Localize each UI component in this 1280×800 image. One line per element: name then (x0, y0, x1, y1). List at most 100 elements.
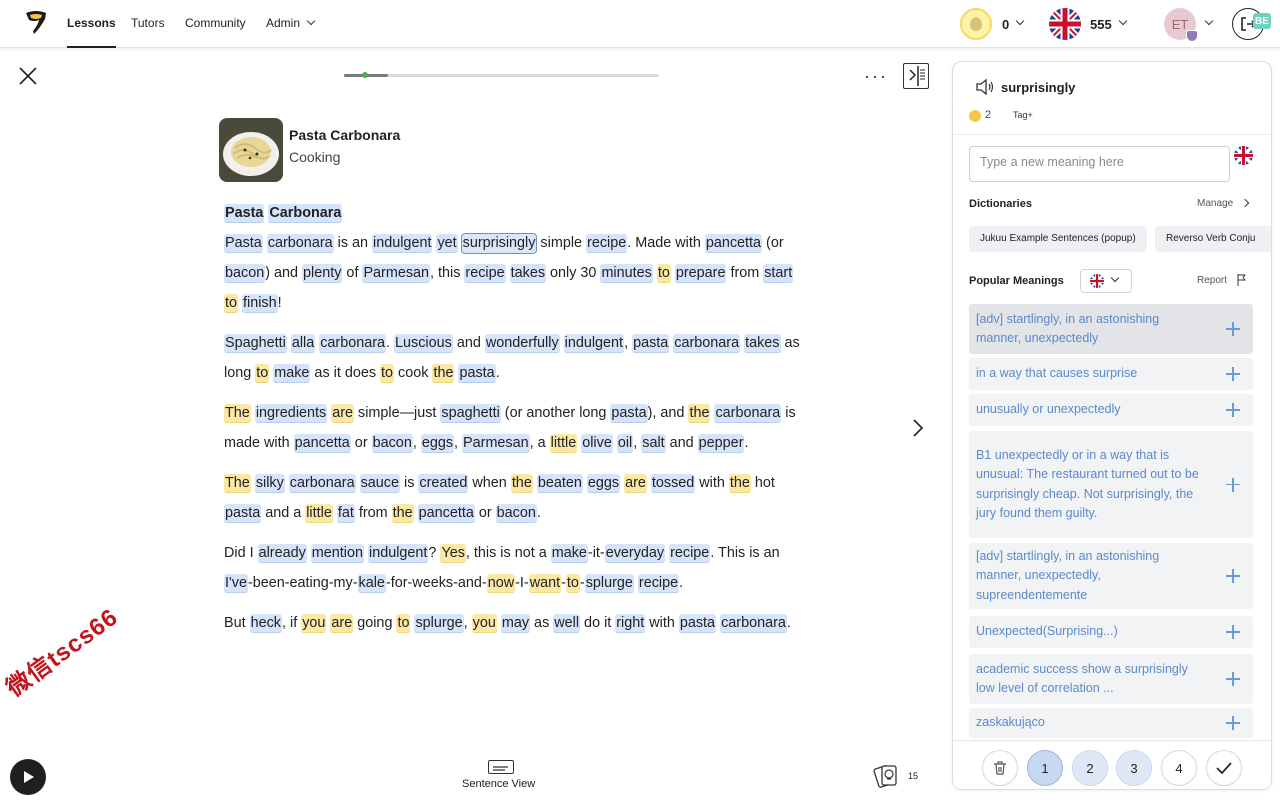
add-meaning-plus-icon[interactable] (1226, 569, 1240, 583)
lingq-word-token[interactable]: the (391, 504, 414, 523)
unknown-word-token[interactable]: already (257, 544, 307, 563)
unknown-word-token[interactable]: recipe (586, 234, 628, 253)
unknown-word-token[interactable]: start (763, 264, 794, 283)
unknown-word-token[interactable]: Luscious (394, 334, 453, 353)
meaning-item[interactable]: Unexpected(Surprising...) (969, 616, 1253, 648)
extension-badge[interactable]: BE (1253, 13, 1271, 29)
known-word-button[interactable] (1206, 750, 1242, 786)
flashcards-icon[interactable] (873, 762, 905, 790)
meaning-item[interactable]: academic success show a surprisingly low… (969, 654, 1253, 704)
status-level-icon[interactable] (969, 110, 981, 122)
unknown-word-token[interactable]: Parmesan (462, 434, 530, 453)
unknown-word-token[interactable]: carbonara (288, 474, 356, 493)
profile-dropdown[interactable]: ET (1164, 7, 1214, 42)
unknown-word-token[interactable]: pancetta (417, 504, 475, 523)
lingq-word-token[interactable]: The (224, 404, 251, 423)
lingq-word-token[interactable]: Yes (440, 544, 466, 563)
selected-word-token[interactable]: surprisingly (460, 233, 538, 254)
nav-lessons[interactable]: Lessons (67, 0, 116, 48)
dictionary-chip[interactable]: Reverso Verb Conju (1155, 226, 1271, 252)
unknown-word-token[interactable]: bacon (495, 504, 537, 523)
meaning-item[interactable]: unusually or unexpectedly (969, 394, 1253, 426)
lingq-logo-icon[interactable] (24, 10, 48, 36)
ignore-word-button[interactable] (982, 750, 1018, 786)
sentence-view-label[interactable]: Sentence View (462, 778, 535, 790)
unknown-word-token[interactable]: beaten (536, 474, 583, 493)
coins-dropdown[interactable]: 0 (960, 7, 1025, 41)
nav-admin[interactable]: Admin (266, 0, 316, 48)
lingq-word-token[interactable]: the (510, 474, 533, 493)
unknown-word-token[interactable]: carbonara (720, 614, 787, 633)
unknown-word-token[interactable]: plenty (302, 264, 343, 283)
unknown-word-token[interactable]: make (273, 364, 311, 383)
unknown-word-token[interactable]: Parmesan (362, 264, 431, 283)
unknown-word-token[interactable]: splurge (584, 574, 634, 593)
nav-tutors[interactable]: Tutors (131, 0, 165, 48)
unknown-word-token[interactable]: recipe (464, 264, 506, 283)
unknown-word-token[interactable]: finish (242, 294, 278, 313)
sentence-view-icon[interactable] (488, 760, 514, 774)
unknown-word-token[interactable]: takes (509, 264, 547, 283)
nav-community[interactable]: Community (185, 0, 246, 48)
lingq-word-token[interactable]: to (255, 364, 270, 383)
unknown-word-token[interactable]: ingredients (254, 404, 328, 423)
unknown-word-token[interactable]: make (550, 544, 588, 563)
unknown-word-token[interactable]: pancetta (293, 434, 351, 453)
language-dropdown[interactable]: 555 (1049, 7, 1127, 41)
add-meaning-plus-icon[interactable] (1226, 672, 1240, 686)
close-icon[interactable] (18, 66, 38, 86)
unknown-word-token[interactable]: sauce (359, 474, 401, 493)
unknown-word-token[interactable]: heck (249, 614, 283, 633)
speaker-icon[interactable] (975, 78, 995, 96)
unknown-word-token[interactable]: prepare (674, 264, 727, 283)
add-meaning-plus-icon[interactable] (1226, 322, 1240, 336)
add-meaning-plus-icon[interactable] (1226, 367, 1240, 381)
lingq-word-token[interactable]: are (331, 404, 355, 423)
unknown-word-token[interactable]: right (615, 614, 646, 633)
add-meaning-plus-icon[interactable] (1226, 403, 1240, 417)
unknown-word-token[interactable]: alla (290, 334, 316, 353)
new-meaning-input[interactable] (969, 146, 1230, 182)
lingq-word-token[interactable]: to (565, 574, 580, 593)
lingq-word-token[interactable]: the (728, 474, 751, 493)
meaning-item[interactable]: zaskakująco (969, 708, 1253, 738)
lingq-word-token[interactable]: the (432, 364, 455, 383)
level-1-button[interactable]: 1 (1027, 750, 1063, 786)
lingq-word-token[interactable]: little (549, 434, 578, 453)
unknown-word-token[interactable]: yet (436, 234, 458, 253)
chevron-right-icon[interactable] (1240, 198, 1250, 208)
lingq-word-token[interactable]: you (301, 614, 327, 633)
add-meaning-plus-icon[interactable] (1226, 625, 1240, 639)
lingq-word-token[interactable]: are (330, 614, 354, 633)
unknown-word-token[interactable]: bacon (371, 434, 413, 453)
lingq-word-token[interactable]: to (224, 294, 239, 313)
meaning-item[interactable]: [adv] startlingly, in an astonishing man… (969, 304, 1253, 354)
unknown-word-token[interactable]: kale (357, 574, 386, 593)
unknown-word-token[interactable]: mention (310, 544, 364, 563)
report-link[interactable]: Report (1197, 275, 1227, 286)
unknown-word-token[interactable]: carbonara (673, 334, 741, 353)
unknown-word-token[interactable]: Carbonara (268, 204, 343, 223)
unknown-word-token[interactable]: I've (224, 574, 248, 593)
dictionary-chip[interactable]: Jukuu Example Sentences (popup) (969, 226, 1147, 252)
unknown-word-token[interactable]: Pasta (224, 204, 265, 223)
more-options-icon[interactable]: ··· (864, 66, 888, 87)
add-meaning-plus-icon[interactable] (1226, 477, 1240, 492)
unknown-word-token[interactable]: pasta (632, 334, 670, 353)
unknown-word-token[interactable]: silky (254, 474, 285, 493)
level-3-button[interactable]: 3 (1116, 750, 1152, 786)
unknown-word-token[interactable]: carbonara (319, 334, 387, 353)
meanings-language-select[interactable] (1080, 269, 1132, 293)
unknown-word-token[interactable]: pancetta (704, 234, 763, 253)
play-audio-button[interactable] (10, 759, 46, 795)
unknown-word-token[interactable]: pasta (458, 364, 496, 383)
unknown-word-token[interactable]: oil (616, 434, 634, 453)
unknown-word-token[interactable]: carbonara (266, 234, 334, 253)
lingq-word-token[interactable]: little (305, 504, 333, 523)
unknown-word-token[interactable]: pasta (224, 504, 262, 523)
lingq-word-token[interactable]: The (224, 474, 251, 493)
report-flag-icon[interactable] (1237, 274, 1246, 286)
next-page-icon[interactable] (908, 418, 928, 438)
lingq-word-token[interactable]: now (486, 574, 516, 593)
unknown-word-token[interactable]: Pasta (224, 234, 263, 253)
